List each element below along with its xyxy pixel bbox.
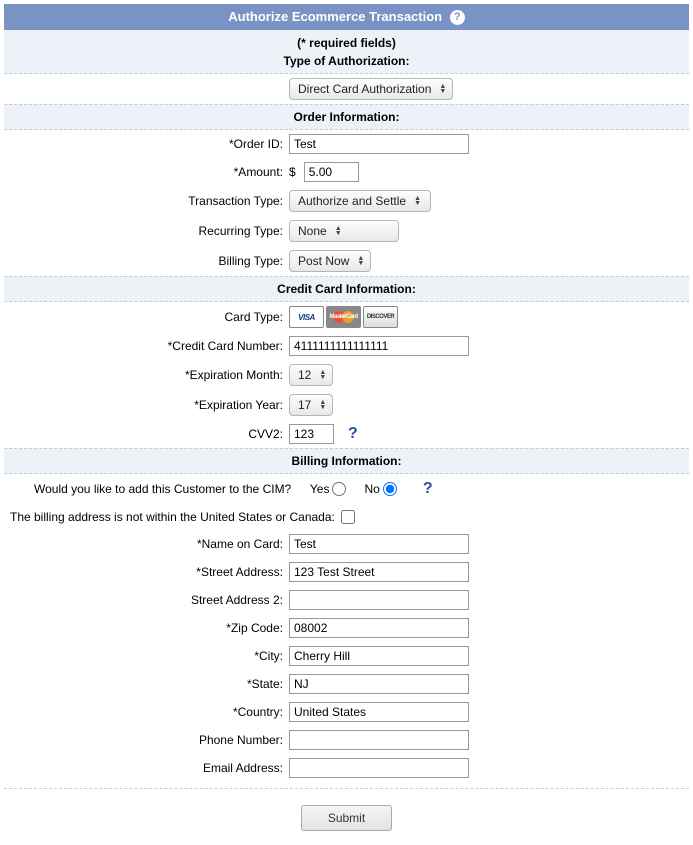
discover-icon: DISCOVER [363, 306, 398, 328]
city-input[interactable] [289, 646, 469, 666]
txn-type-label: Transaction Type: [4, 194, 289, 208]
street2-label: Street Address 2: [4, 593, 289, 607]
section-order-info: Order Information: [4, 104, 689, 130]
mastercard-icon: MasterCard [326, 306, 361, 328]
street2-input[interactable] [289, 590, 469, 610]
cim-no-label: No [364, 482, 379, 496]
email-label: Email Address: [4, 761, 289, 775]
exp-month-label: *Expiration Month: [4, 368, 289, 382]
cim-yes-label: Yes [310, 482, 330, 496]
state-input[interactable] [289, 674, 469, 694]
cim-yes-radio[interactable] [332, 482, 346, 496]
exp-year-select[interactable]: 17 ▲▼ [289, 394, 333, 416]
page-title-text: Authorize Ecommerce Transaction [228, 9, 442, 24]
country-input[interactable] [289, 702, 469, 722]
cim-question-label: Would you like to add this Customer to t… [34, 482, 291, 496]
dropdown-arrows-icon: ▲▼ [333, 226, 344, 236]
street1-label: *Street Address: [4, 565, 289, 579]
dropdown-arrows-icon: ▲▼ [317, 370, 328, 380]
city-label: *City: [4, 649, 289, 663]
state-label: *State: [4, 677, 289, 691]
cim-help-icon[interactable]: ? [423, 480, 433, 498]
txn-type-value: Authorize and Settle [298, 194, 412, 208]
outside-us-checkbox[interactable] [341, 510, 355, 524]
exp-month-value: 12 [298, 368, 317, 382]
currency-symbol: $ [289, 165, 296, 179]
exp-year-label: *Expiration Year: [4, 398, 289, 412]
auth-type-select[interactable]: Direct Card Authorization ▲▼ [289, 78, 453, 100]
required-fields-note: (* required fields) [4, 30, 689, 52]
cvv2-help-icon[interactable]: ? [348, 425, 358, 443]
order-id-label: *Order ID: [4, 137, 289, 151]
submit-button[interactable]: Submit [301, 805, 392, 831]
cvv2-label: CVV2: [4, 427, 289, 441]
phone-input[interactable] [289, 730, 469, 750]
exp-month-select[interactable]: 12 ▲▼ [289, 364, 333, 386]
help-icon[interactable]: ? [450, 10, 465, 25]
name-on-card-input[interactable] [289, 534, 469, 554]
outside-us-label: The billing address is not within the Un… [10, 510, 335, 524]
auth-type-value: Direct Card Authorization [298, 82, 437, 96]
recurring-type-value: None [298, 224, 333, 238]
recurring-type-select[interactable]: None ▲▼ [289, 220, 399, 242]
dropdown-arrows-icon: ▲▼ [317, 400, 328, 410]
zip-input[interactable] [289, 618, 469, 638]
country-label: *Country: [4, 705, 289, 719]
dropdown-arrows-icon: ▲▼ [437, 84, 448, 94]
order-id-input[interactable] [289, 134, 469, 154]
zip-label: *Zip Code: [4, 621, 289, 635]
exp-year-value: 17 [298, 398, 317, 412]
cim-no-radio[interactable] [383, 482, 397, 496]
phone-label: Phone Number: [4, 733, 289, 747]
txn-type-select[interactable]: Authorize and Settle ▲▼ [289, 190, 431, 212]
amount-label: *Amount: [4, 165, 289, 179]
billing-type-value: Post Now [298, 254, 355, 268]
cvv2-input[interactable] [289, 424, 334, 444]
billing-type-label: Billing Type: [4, 254, 289, 268]
cc-number-input[interactable] [289, 336, 469, 356]
visa-icon: VISA [289, 306, 324, 328]
street1-input[interactable] [289, 562, 469, 582]
billing-type-select[interactable]: Post Now ▲▼ [289, 250, 371, 272]
recurring-type-label: Recurring Type: [4, 224, 289, 238]
name-on-card-label: *Name on Card: [4, 537, 289, 551]
section-auth-type: Type of Authorization: [4, 52, 689, 74]
cc-number-label: *Credit Card Number: [4, 339, 289, 353]
card-type-logos: VISA MasterCard DISCOVER [289, 306, 398, 328]
section-cc-info: Credit Card Information: [4, 276, 689, 302]
email-input[interactable] [289, 758, 469, 778]
amount-input[interactable] [304, 162, 359, 182]
dropdown-arrows-icon: ▲▼ [412, 196, 423, 206]
dropdown-arrows-icon: ▲▼ [355, 256, 366, 266]
card-type-label: Card Type: [4, 310, 289, 324]
page-title-bar: Authorize Ecommerce Transaction ? [4, 4, 689, 30]
section-billing-info: Billing Information: [4, 448, 689, 474]
